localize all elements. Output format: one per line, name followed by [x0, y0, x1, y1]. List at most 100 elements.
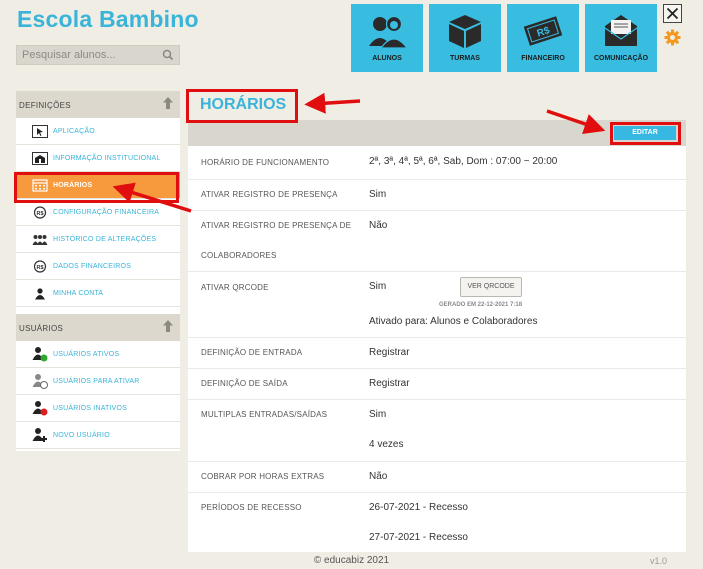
sidebar-item-label: APLICAÇÃO: [53, 128, 95, 135]
view-qrcode-button[interactable]: VER QRCODE: [460, 277, 522, 297]
module-label: TURMAS: [450, 55, 480, 62]
setting-row: ATIVAR REGISTRO DE PRESENÇA Sim: [188, 180, 686, 211]
qrcode-generated-date: GERADO EM 22-12-2021 7:18: [439, 302, 523, 308]
currency-icon: R$: [33, 260, 47, 273]
module-label: COMUNICAÇÃO: [593, 55, 649, 62]
setting-label: ATIVAR REGISTRO DE PRESENÇA: [201, 190, 338, 199]
gear-icon[interactable]: [664, 29, 681, 46]
close-button[interactable]: [663, 4, 682, 23]
setting-label: DEFINIÇÃO DE ENTRADA: [201, 348, 303, 357]
svg-text:R$: R$: [36, 211, 43, 217]
setting-value: 2ª, 3ª, 4ª, 5ª, 6ª, Sab, Dom : 07:00 ~ 2…: [369, 156, 558, 167]
setting-row: COBRAR POR HORAS EXTRAS Não: [188, 462, 686, 493]
box-icon: [449, 15, 481, 48]
sidebar-item-label: DADOS FINANCEIROS: [53, 263, 132, 270]
sidebar-item-label: USUÁRIOS ATIVOS: [53, 351, 120, 358]
institution-icon: [32, 152, 48, 165]
sidebar: DEFINIÇÕES APLICAÇÃO INFORMAÇÃO INSTITUC…: [16, 91, 180, 451]
sidebar-item-aplicacao[interactable]: APLICAÇÃO: [16, 118, 180, 145]
arrow-up-icon[interactable]: [162, 319, 174, 333]
setting-row: ATIVAR QRCODE Sim VER QRCODE GERADO EM 2…: [188, 272, 686, 338]
group-icon: [32, 235, 48, 245]
sidebar-item-novo-usuario[interactable]: NOVO USUÁRIO: [16, 422, 180, 449]
close-icon: [666, 7, 679, 20]
sidebar-item-label: INFORMAÇÃO INSTITUCIONAL: [53, 155, 161, 162]
setting-value: 26-07-2021 - Recesso: [369, 502, 468, 513]
setting-label: COBRAR POR HORAS EXTRAS: [201, 472, 325, 481]
app-title: Escola Bambino: [17, 6, 199, 32]
user-add-icon: [32, 428, 47, 442]
setting-value: Sim: [369, 409, 387, 420]
setting-row: HORÁRIO DE FUNCIONAMENTO 2ª, 3ª, 4ª, 5ª,…: [188, 146, 686, 180]
setting-row: DEFINIÇÃO DE SAÍDA Registrar: [188, 369, 686, 400]
sidebar-item-label: MINHA CONTA: [53, 290, 104, 297]
calendar-icon: [32, 179, 48, 192]
setting-value: Registrar: [369, 378, 410, 389]
sidebar-header-label: USUÁRIOS: [19, 324, 64, 333]
sidebar-item-label: USUÁRIOS INATIVOS: [53, 405, 128, 412]
setting-value: Não: [369, 220, 388, 231]
module-alunos[interactable]: ALUNOS: [351, 4, 423, 72]
sidebar-item-dados-financeiros[interactable]: R$ DADOS FINANCEIROS: [16, 253, 180, 280]
setting-value-secondary: 27-07-2021 - Recesso: [369, 532, 468, 543]
module-label: ALUNOS: [372, 55, 402, 62]
setting-value-secondary: Ativado para: Alunos e Colaboradores: [369, 316, 538, 327]
setting-row: PERÍODOS DE RECESSO 26-07-2021 - Recesso…: [188, 493, 686, 552]
currency-icon: R$: [33, 206, 47, 219]
setting-label: DEFINIÇÃO DE SAÍDA: [201, 379, 288, 388]
search-box[interactable]: [16, 45, 180, 65]
svg-text:R$: R$: [36, 265, 43, 271]
setting-label: ATIVAR QRCODE: [201, 283, 269, 292]
setting-label: HORÁRIO DE FUNCIONAMENTO: [201, 158, 330, 167]
setting-value: Sim: [369, 281, 387, 292]
module-comunicacao[interactable]: COMUNICAÇÃO: [585, 4, 657, 72]
sidebar-item-usuarios-para-ativar[interactable]: USUÁRIOS PARA ATIVAR: [16, 368, 180, 395]
user-inactive-icon: [32, 401, 48, 416]
sidebar-item-minha-conta[interactable]: MINHA CONTA: [16, 280, 180, 307]
setting-value: Registrar: [369, 347, 410, 358]
sidebar-item-label: NOVO USUÁRIO: [53, 432, 110, 439]
arrow-to-title: [304, 92, 361, 114]
module-turmas[interactable]: TURMAS: [429, 4, 501, 72]
search-icon[interactable]: [161, 48, 175, 62]
setting-label-continued: COLABORADORES: [201, 251, 277, 260]
edit-button[interactable]: EDITAR: [614, 126, 676, 140]
sidebar-item-label: HORÁRIOS: [53, 182, 93, 189]
setting-label: ATIVAR REGISTRO DE PRESENÇA DE: [201, 221, 352, 230]
page-title: HORÁRIOS: [200, 96, 287, 113]
sidebar-item-label: CONFIGURAÇÃO FINANCEIRA: [53, 209, 160, 216]
user-pending-icon: [32, 374, 48, 389]
sidebar-header-label: DEFINIÇÕES: [19, 101, 71, 110]
setting-row: DEFINIÇÃO DE ENTRADA Registrar: [188, 338, 686, 369]
cursor-icon: [32, 125, 48, 138]
setting-row: ATIVAR REGISTRO DE PRESENÇA DE COLABORAD…: [188, 211, 686, 272]
sidebar-item-usuarios-inativos[interactable]: USUÁRIOS INATIVOS: [16, 395, 180, 422]
envelope-icon: [604, 15, 638, 46]
arrow-up-icon[interactable]: [162, 96, 174, 110]
sidebar-item-informacao-institucional[interactable]: INFORMAÇÃO INSTITUCIONAL: [16, 145, 180, 172]
module-label: FINANCEIRO: [521, 55, 565, 62]
money-icon: R$: [523, 16, 563, 46]
sidebar-header-usuarios[interactable]: USUÁRIOS: [16, 314, 180, 341]
sidebar-header-definicoes[interactable]: DEFINIÇÕES: [16, 91, 180, 118]
search-input[interactable]: [17, 46, 157, 64]
setting-row: MULTIPLAS ENTRADAS/SAÍDAS Sim 4 vezes: [188, 400, 686, 462]
sidebar-item-configuracao-financeira[interactable]: R$ CONFIGURAÇÃO FINANCEIRA: [16, 199, 180, 226]
module-financeiro[interactable]: R$ FINANCEIRO: [507, 4, 579, 72]
panel-header: [188, 120, 686, 146]
app-version: v1.0: [650, 556, 668, 566]
setting-value-secondary: 4 vezes: [369, 439, 404, 450]
students-icon: [369, 15, 407, 49]
setting-label: PERÍODOS DE RECESSO: [201, 503, 302, 512]
setting-value: Sim: [369, 189, 387, 200]
schedule-panel: HORÁRIO DE FUNCIONAMENTO 2ª, 3ª, 4ª, 5ª,…: [188, 146, 686, 552]
sidebar-item-label: USUÁRIOS PARA ATIVAR: [53, 378, 140, 385]
user-icon: [35, 288, 45, 300]
footer-copyright: © educabiz 2021: [313, 555, 390, 566]
setting-value: Não: [369, 471, 388, 482]
setting-label: MULTIPLAS ENTRADAS/SAÍDAS: [201, 410, 328, 419]
sidebar-item-historico-alteracoes[interactable]: HISTÓRICO DE ALTERAÇÕES: [16, 226, 180, 253]
sidebar-item-horarios[interactable]: HORÁRIOS: [16, 172, 180, 199]
sidebar-item-label: HISTÓRICO DE ALTERAÇÕES: [53, 236, 157, 243]
sidebar-item-usuarios-ativos[interactable]: USUÁRIOS ATIVOS: [16, 341, 180, 368]
